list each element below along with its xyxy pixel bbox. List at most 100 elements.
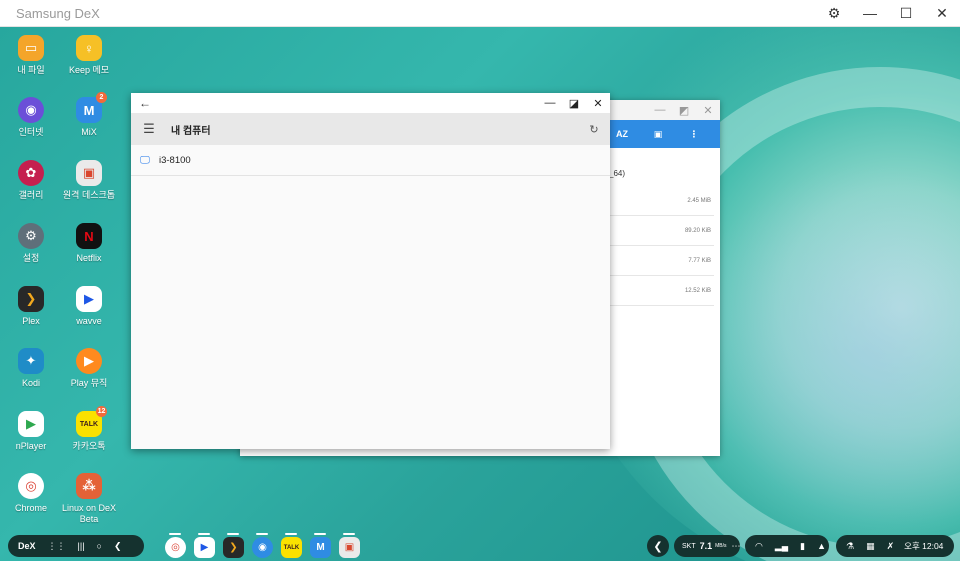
desktop-icon-remote-desktop[interactable]: ▣ 원격 데스크톱	[58, 160, 120, 201]
internet-icon[interactable]: ◉	[252, 537, 273, 558]
desktop-icon-netflix[interactable]: N Netflix	[58, 223, 120, 264]
host-titlebar: Samsung DeX ⚙ — ☐ ✕	[0, 0, 960, 27]
maximize-icon[interactable]: ◪	[562, 93, 586, 113]
quick-settings-pill[interactable]: ◠ ▂▄ ▮ ▲	[745, 535, 829, 557]
apps-grid-icon[interactable]: ⋮⋮	[42, 541, 72, 552]
flower-icon: ✿	[18, 160, 44, 186]
desktop: ▭ 내 파일 ◉ 인터넷 ✿ 갤러리 ⚙ 설정 ❯ Plex ✦ Kodi ▶ …	[0, 27, 960, 561]
remote-desktop-window[interactable]: ← — ◪ ✕ ☰ 내 컴퓨터 ↻ 🖵 i3-8100	[131, 93, 610, 449]
network-speed-unit: MB/s	[715, 543, 727, 549]
refresh-icon[interactable]: ↻	[578, 123, 610, 136]
host-title: Samsung DeX	[16, 5, 100, 21]
network-speed: 7.1	[699, 541, 713, 551]
list-item-label: i3-8100	[159, 154, 191, 166]
talk-icon[interactable]: TALK	[281, 537, 302, 558]
chevron-left-icon[interactable]: ❮	[647, 535, 669, 557]
file-list: 2.45 MiB 89.20 KiB 7.77 KiB 12.52 KiB	[610, 186, 714, 306]
page-title: 내 컴퓨터	[171, 125, 211, 137]
netflix-icon: N	[76, 223, 102, 249]
play-icon: ▶	[76, 286, 102, 312]
list-item[interactable]: 🖵 i3-8100	[131, 145, 610, 176]
file-size[interactable]: 2.45 MiB	[610, 186, 714, 216]
back-icon[interactable]: ❮	[108, 541, 128, 552]
wifi-icon: ◠	[755, 540, 763, 551]
battery-icon: ▮	[800, 540, 806, 551]
mute-icon: ✗	[886, 540, 895, 551]
more-options-icon[interactable]: ⋮	[676, 129, 712, 140]
talk-icon: TALK 12	[76, 406, 107, 437]
gear-icon[interactable]: ⚙	[816, 0, 852, 27]
lab-icon: ⚗	[846, 540, 855, 551]
desktop-icon-gallery[interactable]: ✿ 갤러리	[0, 160, 62, 201]
running-indicator	[256, 533, 268, 535]
kodi-icon: ✦	[18, 348, 44, 374]
plex-icon[interactable]: ❯	[223, 537, 244, 558]
running-indicator	[343, 533, 355, 535]
minimize-icon[interactable]: —	[538, 93, 562, 113]
desktop-icon-nplayer[interactable]: ▶ nPlayer	[0, 411, 62, 452]
desktop-icon-settings[interactable]: ⚙ 설정	[0, 223, 62, 264]
home-icon[interactable]: ○	[91, 541, 108, 551]
desktop-icon-my-files[interactable]: ▭ 내 파일	[0, 35, 62, 76]
clock: 오후 12:04	[904, 541, 944, 551]
desktop-icon-internet[interactable]: ◉ 인터넷	[0, 97, 62, 138]
maximize-icon[interactable]: ☐	[888, 0, 924, 27]
system-tray-pill[interactable]: ⚗ ▦ ✗ 오후 12:04	[836, 535, 954, 557]
taskbar: DeX ⋮⋮ ||| ○ ❮ ◎ ▶ ❯ ◉ TALK M ▣ ❮ SKT 7.…	[0, 531, 960, 561]
menu-icon[interactable]: ☰	[131, 121, 167, 137]
file-size[interactable]: 89.20 KiB	[610, 216, 714, 246]
desktop-icon-plex[interactable]: ❯ Plex	[0, 286, 62, 327]
desktop-icon-wavve[interactable]: ▶ wavve	[58, 286, 120, 327]
keyboard-icon: ▦	[866, 540, 875, 551]
desktop-icon-kakaotalk[interactable]: TALK 12 카카오톡	[58, 406, 120, 452]
back-arrow-icon[interactable]: ←	[131, 96, 159, 110]
gear-icon: ⚙	[18, 223, 44, 249]
play-music-icon: ▶	[76, 348, 102, 374]
recent-apps-icon[interactable]: |||	[72, 541, 91, 551]
minimize-icon[interactable]: —	[852, 0, 888, 27]
select-icon[interactable]: ▣	[640, 129, 676, 140]
computer-icon: 🖵	[140, 154, 150, 166]
close-icon[interactable]: ✕	[924, 0, 960, 27]
mix-icon: M 2	[76, 92, 107, 123]
notification-badge: 2	[96, 92, 107, 103]
mix-icon[interactable]: M	[310, 537, 331, 558]
plex-icon: ❯	[18, 286, 44, 312]
chrome-icon: ◎	[18, 473, 44, 499]
running-indicator	[169, 533, 181, 535]
path-fragment: _64)	[609, 169, 626, 178]
remote-desktop-icon[interactable]: ▣	[339, 537, 360, 558]
carrier-label: SKT	[682, 542, 696, 550]
close-icon[interactable]: ✕	[586, 93, 610, 113]
app-toolbar: ☰ 내 컴퓨터 ↻	[131, 113, 610, 145]
close-icon[interactable]: ✕	[696, 100, 720, 120]
chevron-up-icon[interactable]: ▲	[811, 541, 832, 551]
desktop-icon-linux-on-dex[interactable]: ⁂ Linux on DeX Beta	[58, 473, 120, 525]
desktop-icon-mix[interactable]: M 2 MiX	[58, 92, 120, 138]
status-pill: SKT 7.1 MB/s ⋯	[674, 535, 741, 557]
play-icon[interactable]: ▶	[194, 537, 215, 558]
file-size[interactable]: 12.52 KiB	[610, 276, 714, 306]
internet-icon: ◉	[18, 97, 44, 123]
more-dots-icon[interactable]: ⋯	[729, 541, 744, 552]
minimize-icon[interactable]: —	[648, 100, 672, 120]
window-titlebar: ← — ◪ ✕	[131, 93, 610, 113]
signal-icon: ▂▄	[774, 540, 789, 551]
remote-desktop-icon: ▣	[76, 160, 102, 186]
notification-badge: 12	[96, 406, 107, 417]
maximize-icon[interactable]: ◩	[672, 100, 696, 120]
linux-icon: ⁂	[76, 473, 102, 499]
desktop-icon-play-music[interactable]: ▶ Play 뮤직	[58, 348, 120, 389]
desktop-icon-chrome[interactable]: ◎ Chrome	[0, 473, 62, 514]
desktop-icon-keep[interactable]: ♀ Keep 메모	[58, 35, 120, 76]
chrome-icon[interactable]: ◎	[165, 537, 186, 558]
desktop-icon-kodi[interactable]: ✦ Kodi	[0, 348, 62, 389]
file-size[interactable]: 7.77 KiB	[610, 246, 714, 276]
running-indicator	[285, 533, 297, 535]
dex-button[interactable]: DeX	[8, 541, 42, 551]
running-indicator	[227, 533, 239, 535]
running-indicator	[314, 533, 326, 535]
lightbulb-icon: ♀	[76, 35, 102, 61]
running-indicator	[198, 533, 210, 535]
folder-icon: ▭	[18, 35, 44, 61]
